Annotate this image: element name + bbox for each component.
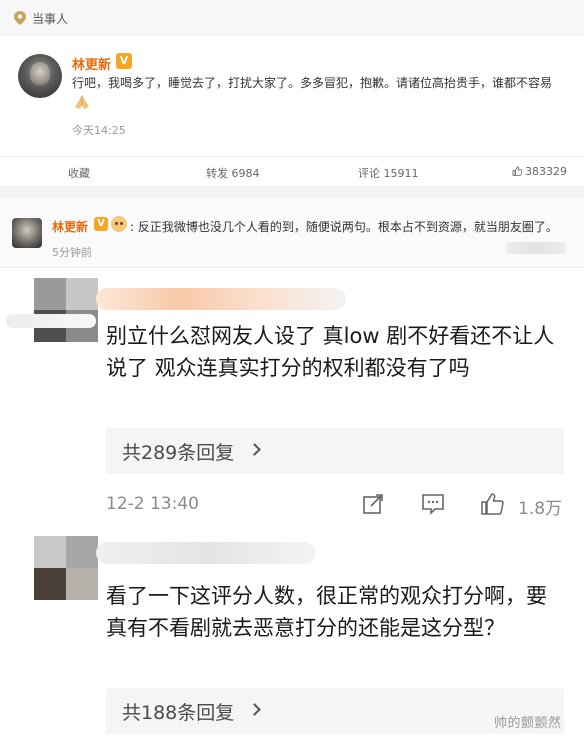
verified-badge-icon: V (116, 53, 132, 69)
collect-button[interactable]: 收藏 (68, 165, 90, 181)
comment-text: 别立什么怼网友人设了 真low 剧不好看还不让人说了 观众连真实打分的权利都没有… (106, 324, 555, 380)
reply-author-name[interactable]: 林更新 (52, 218, 88, 235)
commenter-name-blurred (96, 542, 316, 564)
folded-hands-icon (75, 95, 89, 109)
comment-like-count: 1.8万 (518, 499, 563, 519)
comment-list: 别立什么怼网友人设了 真low 剧不好看还不让人说了 观众连真实打分的权利都没有… (0, 268, 584, 740)
replies-count-label: 共188条回复 (122, 702, 235, 724)
commenter-avatar-blurred[interactable] (34, 278, 98, 342)
topic-tag-bar: 当事人 (0, 0, 584, 36)
post-timestamp: 今天14:25 (72, 124, 126, 137)
comment-meta-row: 12-2 13:40 1.8万 (106, 492, 566, 522)
blurred-region (506, 242, 566, 254)
reply-comment-icon[interactable] (420, 492, 446, 516)
author-reply-card: 林更新 V : 反正我微博也没几个人看的到，随便说两句。根本占不到资源，就当朋友… (0, 198, 584, 268)
thumbs-up-icon (512, 166, 522, 176)
face-emoji-icon (111, 216, 127, 232)
repost-button[interactable]: 转发 6984 (206, 165, 260, 181)
post-action-bar: 收藏 转发 6984 评论 15911 383329 (0, 156, 584, 186)
watermark: 帅的颤颤然 (494, 716, 562, 731)
author-avatar[interactable] (18, 54, 62, 98)
comment-text: 看了一下这评分人数，很正常的观众打分啊，要真有不看剧就去恶意打分的还能是这分型？ (106, 584, 547, 640)
like-count: 383329 (525, 165, 567, 178)
commenter-name-blurred (96, 288, 346, 310)
commenter-avatar-blurred[interactable] (34, 536, 98, 600)
location-pin-icon (14, 11, 26, 25)
replies-count-label: 共289条回复 (122, 442, 235, 464)
view-replies-button[interactable]: 共289条回复 (106, 428, 564, 474)
chevron-right-icon (248, 443, 261, 456)
thumbs-up-icon[interactable] (480, 492, 506, 516)
post-text: 行吧，我喝多了，睡觉去了，打扰大家了。多多冒犯，抱歉。请诸位高抬贵手，谁都不容易 (72, 76, 553, 90)
post-author-name[interactable]: 林更新 (72, 54, 111, 73)
blurred-region (6, 314, 96, 328)
chevron-right-icon (248, 703, 261, 716)
section-divider (0, 186, 584, 198)
share-icon[interactable] (360, 492, 386, 516)
comment-button[interactable]: 评论 15911 (358, 165, 419, 181)
reply-author-avatar[interactable] (12, 218, 42, 248)
reply-timestamp: 5分钟前 (52, 246, 92, 259)
like-button[interactable]: 383329 (512, 165, 567, 178)
verified-badge-icon: V (94, 217, 108, 231)
comment-timestamp: 12-2 13:40 (106, 494, 199, 514)
weibo-post: 林更新 V 行吧，我喝多了，睡觉去了，打扰大家了。多多冒犯，抱歉。请诸位高抬贵手… (0, 36, 584, 156)
topic-tag-label: 当事人 (32, 12, 69, 26)
reply-text: : 反正我微博也没几个人看的到，随便说两句。根本占不到资源，就当朋友圈了。 (130, 220, 558, 234)
